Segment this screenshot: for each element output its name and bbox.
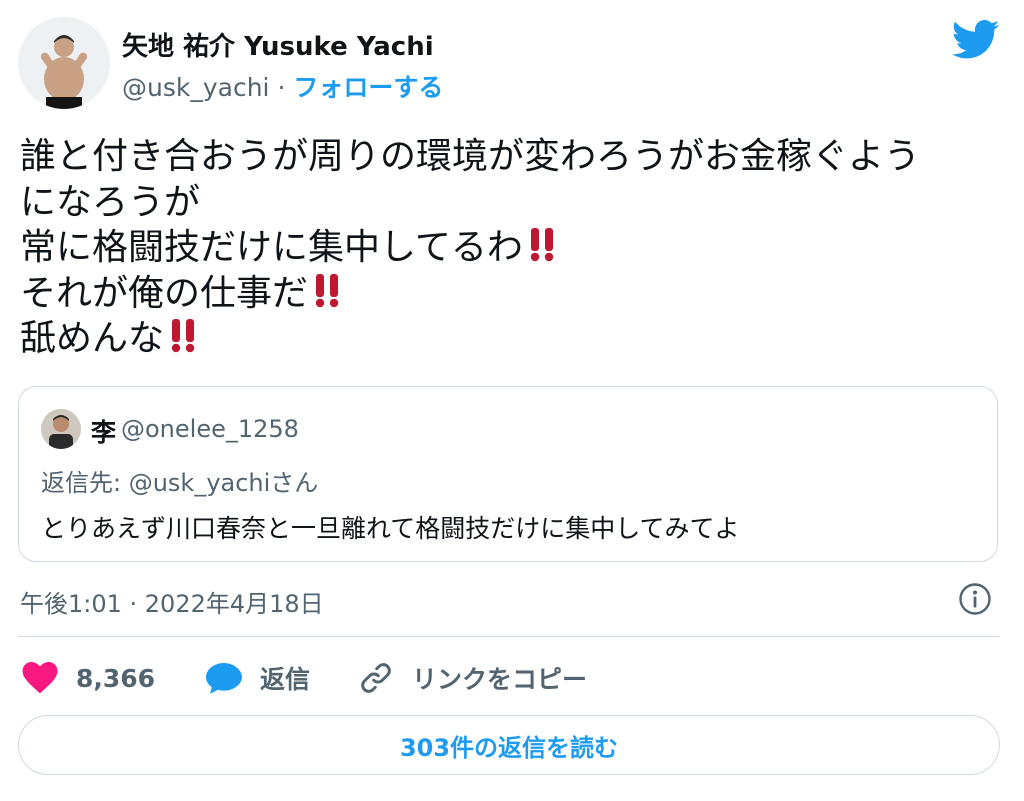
quoted-reply-to: 返信先: @usk_yachiさん (41, 469, 319, 497)
like-button[interactable]: 8,366 (22, 658, 155, 698)
tweet-line-4: それが俺の仕事だ (20, 271, 1004, 317)
link-icon (361, 663, 391, 693)
author-handle[interactable]: @usk_yachi (122, 73, 270, 102)
divider (18, 636, 1000, 637)
handle-separator: · (269, 73, 294, 102)
tweet-line-2: になろうが (20, 180, 1004, 226)
double-exclamation-emoji (530, 228, 554, 262)
tweet-line-1-text: 誰と付き合おうが周りの環境が変わろうがお金稼ぐよう (20, 136, 921, 177)
author-avatar[interactable] (18, 17, 110, 109)
quoted-avatar[interactable] (41, 409, 81, 449)
quoted-handle: @onelee_1258 (121, 415, 299, 443)
quoted-avatar-image (41, 409, 81, 449)
reply-label: 返信 (260, 665, 311, 694)
quoted-text: とりあえず川口春奈と一旦離れて格闘技だけに集中してみてよ (41, 514, 740, 543)
author-handle-line: @usk_yachi · フォローする (122, 68, 443, 104)
tweet-text: 誰と付き合おうが周りの環境が変わろうがお金稼ぐよう になろうが 常に格闘技だけに… (20, 134, 1004, 362)
tweet-line-2-text: になろうが (20, 181, 201, 223)
follow-button[interactable]: フォローする (293, 73, 443, 102)
tweet-line-5: 舐めんな (20, 316, 1004, 362)
author-display-name[interactable]: 矢地 祐介 Yusuke Yachi (122, 26, 434, 63)
tweet-line-1: 誰と付き合おうが周りの環境が変わろうがお金稼ぐよう (20, 134, 1004, 180)
info-icon[interactable] (958, 582, 992, 616)
quoted-name: 李 (91, 418, 117, 447)
like-count: 8,366 (76, 663, 156, 693)
speech-bubble-icon (206, 663, 242, 694)
tweet-timestamp[interactable]: 午後1:01 · 2022年4月18日 (20, 584, 324, 619)
tweet-line-3-text: 常に格闘技だけに集中してるわ (20, 227, 523, 268)
tweet-line-4-text: それが俺の仕事だ (20, 272, 309, 314)
double-exclamation-emoji (315, 273, 339, 307)
author-avatar-image (18, 17, 110, 109)
copy-link-button[interactable]: リンクをコピー (358, 658, 587, 698)
reply-button[interactable]: 返信 (206, 658, 310, 698)
heart-icon (22, 662, 58, 694)
twitter-bird-icon[interactable] (952, 20, 1000, 60)
read-replies-label: 303件の返信を読む (399, 733, 619, 762)
quoted-tweet-card[interactable]: 李 @onelee_1258 返信先: @usk_yachiさん とりあえず川口… (18, 386, 998, 562)
tweet-line-3: 常に格闘技だけに集中してるわ (20, 225, 1004, 271)
read-replies-button[interactable]: 303件の返信を読む (18, 715, 1000, 775)
tweet-line-5-text: 舐めんな (20, 318, 165, 359)
double-exclamation-emoji (171, 319, 195, 353)
copy-link-label: リンクをコピー (412, 665, 588, 694)
